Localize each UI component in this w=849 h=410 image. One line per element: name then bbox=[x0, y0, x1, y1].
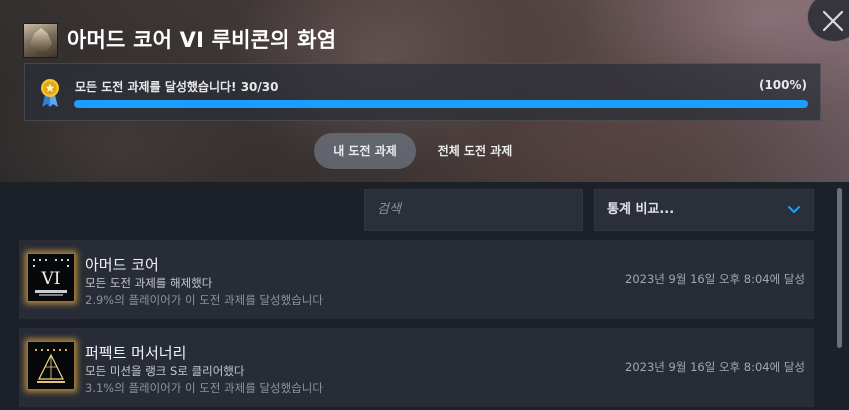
achievement-progress-panel: 모든 도전 과제를 달성했습니다! 30/30 (100%) bbox=[24, 63, 821, 121]
chevron-down-icon bbox=[788, 206, 800, 213]
progress-bar bbox=[74, 100, 808, 108]
progress-message: 모든 도전 과제를 달성했습니다! 30/30 bbox=[75, 80, 279, 94]
achievement-list-area: 검색 통계 비교... VI 아머드 코어 모든 도전 과제를 해제했다 2.9… bbox=[0, 182, 849, 410]
close-icon bbox=[822, 10, 844, 32]
search-input[interactable]: 검색 bbox=[364, 189, 583, 231]
game-title: 아머드 코어 VI 루비콘의 화염 bbox=[67, 28, 337, 52]
progress-bar-fill bbox=[74, 100, 808, 108]
achievement-name: 아머드 코어 bbox=[85, 256, 159, 274]
achievement-row[interactable]: VI 아머드 코어 모든 도전 과제를 해제했다 2.9%의 플레이어가 이 도… bbox=[19, 240, 814, 319]
achievement-description: 모든 미션을 랭크 S로 클리어했다 bbox=[85, 364, 245, 378]
achievement-rarity: 3.1%의 플레이어가 이 도전 과제를 달성했습니다 bbox=[85, 381, 323, 395]
achievement-description: 모든 도전 과제를 해제했다 bbox=[85, 276, 213, 290]
compare-stats-label: 통계 비교... bbox=[607, 202, 675, 217]
achievement-rarity: 2.9%의 플레이어가 이 도전 과제를 달성했습니다 bbox=[85, 293, 323, 307]
achievement-unlock-date: 2023년 9월 16일 오후 8:04에 달성 bbox=[625, 272, 805, 286]
achievement-armored-core-icon: VI bbox=[27, 253, 75, 302]
achievement-row[interactable]: 퍼펙트 머서너리 모든 미션을 랭크 S로 클리어했다 3.1%의 플레이어가 … bbox=[19, 328, 814, 407]
scrollbar[interactable] bbox=[835, 188, 843, 410]
compare-stats-dropdown[interactable]: 통계 비교... bbox=[594, 189, 814, 231]
achievement-icon-text: VI bbox=[41, 269, 61, 289]
achievement-unlock-date: 2023년 9월 16일 오후 8:04에 달성 bbox=[625, 360, 805, 374]
tab-my-achievements[interactable]: 내 도전 과제 bbox=[314, 133, 416, 169]
scrollbar-thumb[interactable] bbox=[837, 188, 842, 348]
game-cover-icon bbox=[24, 24, 57, 57]
achievement-name: 퍼펙트 머서너리 bbox=[85, 344, 187, 362]
achievement-perfect-mercenary-icon bbox=[27, 341, 75, 390]
tab-all-achievements[interactable]: 전체 도전 과제 bbox=[422, 133, 528, 169]
medal-icon bbox=[41, 79, 59, 107]
progress-percent: (100%) bbox=[758, 78, 807, 92]
